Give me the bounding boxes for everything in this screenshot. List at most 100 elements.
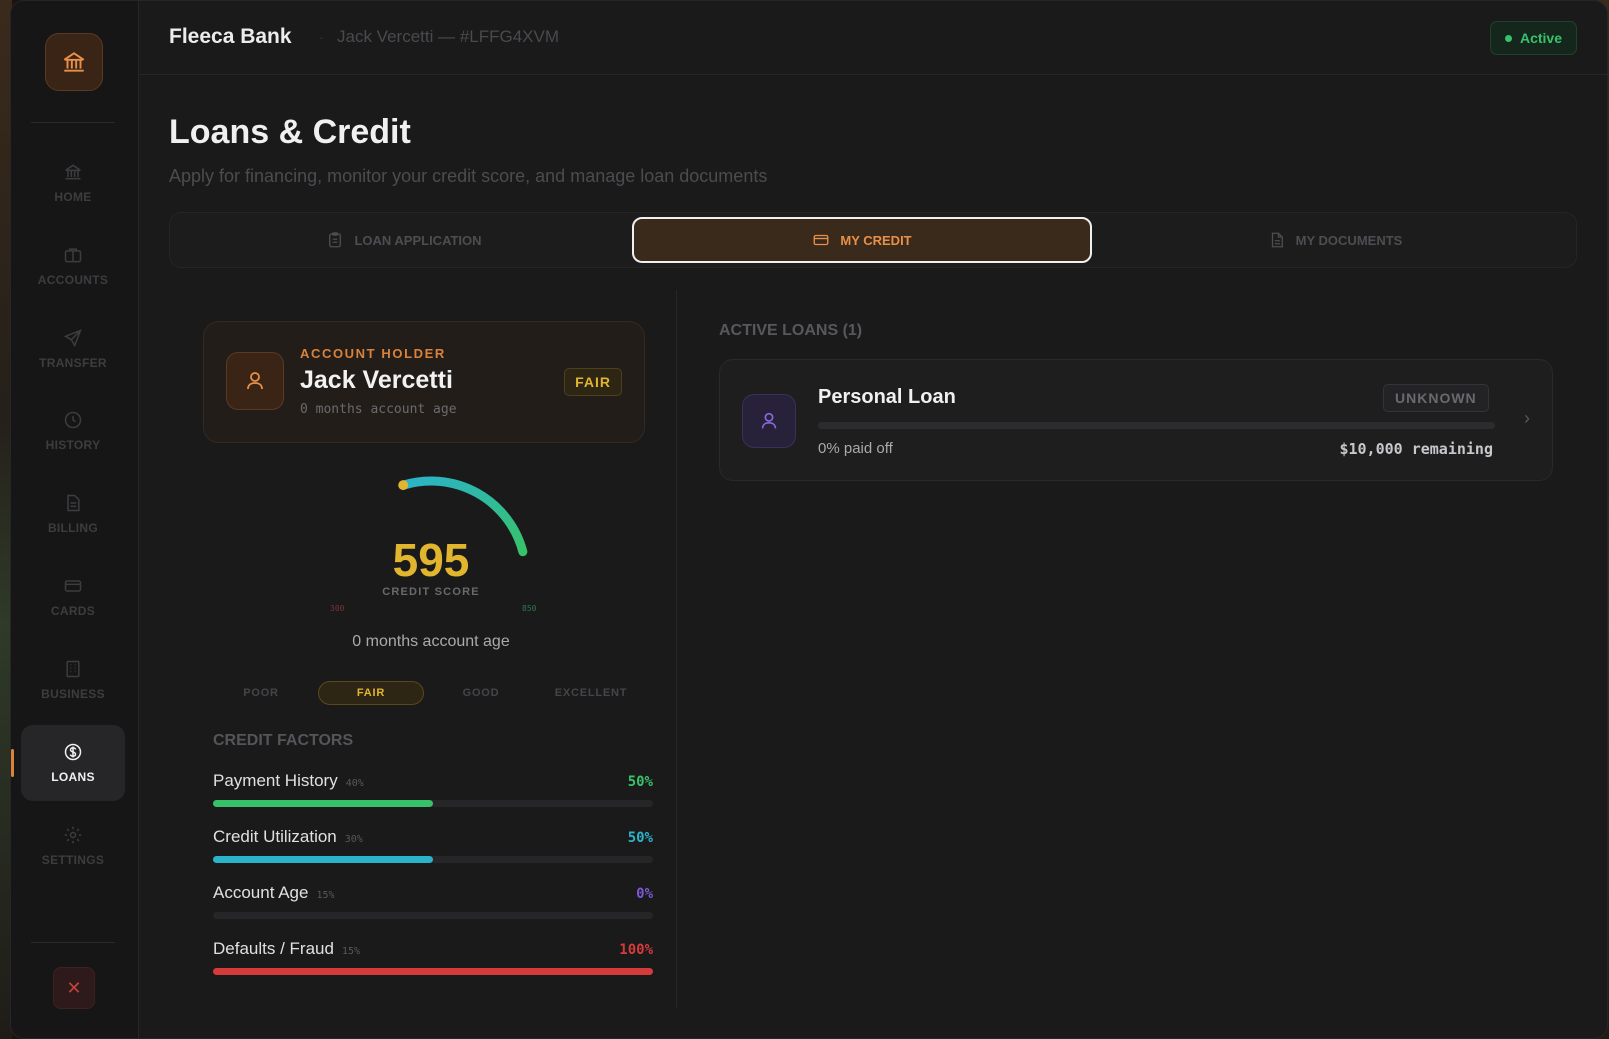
loan-status-badge: UNKNOWN	[1383, 384, 1489, 412]
tab-my-documents[interactable]: MY DOCUMENTS	[1105, 217, 1565, 263]
sidebar-item-home[interactable]: HOME	[21, 145, 125, 221]
loan-icon-box	[742, 394, 796, 448]
sidebar: HOME ACCOUNTS TRANSFER HISTORY BILLING C…	[11, 1, 139, 1038]
sidebar-item-label: LOANS	[51, 770, 95, 784]
factor-percent: 0%	[636, 886, 653, 902]
band-excellent: EXCELLENT	[554, 687, 628, 699]
file-icon	[1271, 232, 1283, 248]
card-icon	[813, 234, 829, 246]
gauge-knob	[398, 480, 409, 491]
factor-track	[213, 856, 653, 863]
tab-label: LOAN APPLICATION	[354, 232, 482, 248]
briefcase-icon	[64, 248, 82, 263]
account-holder-name: Jack Vercetti	[300, 366, 453, 394]
factor-fill	[213, 800, 433, 807]
sidebar-item-label: ACCOUNTS	[37, 273, 109, 287]
band-good: GOOD	[462, 687, 500, 699]
factor-track	[213, 968, 653, 975]
loan-name: Personal Loan	[818, 386, 956, 408]
sidebar-item-transfer[interactable]: TRANSFER	[21, 311, 125, 387]
sidebar-item-label: BUSINESS	[41, 687, 105, 701]
factor-weight: 15%	[316, 890, 335, 901]
sidebar-divider	[31, 122, 115, 123]
sidebar-item-label: SETTINGS	[41, 853, 105, 867]
header: Fleeca Bank · Jack Vercetti — #LFFG4XVM …	[139, 1, 1607, 75]
credit-score-value: 595	[392, 534, 470, 586]
factor-weight: 15%	[341, 946, 361, 957]
account-holder-card: ACCOUNT HOLDER Jack Vercetti 0 months ac…	[203, 321, 645, 443]
factor-percent: 50%	[627, 774, 653, 790]
factor-track	[213, 912, 653, 919]
factor-name: Account Age	[213, 883, 309, 902]
avatar	[226, 352, 284, 410]
building-icon	[66, 660, 80, 678]
account-holder-label: ACCOUNT HOLDER	[300, 346, 446, 361]
gauge-min-label: 300	[330, 604, 345, 613]
sidebar-divider	[31, 942, 115, 943]
sidebar-item-label: HISTORY	[45, 438, 101, 452]
status-dot	[1504, 34, 1512, 42]
gear-icon	[64, 826, 82, 844]
active-loans-title: ACTIVE LOANS (1)	[719, 322, 863, 339]
loan-card[interactable]: Personal Loan UNKNOWN 0% paid off $10,00…	[719, 359, 1553, 481]
factor-name: Payment History	[213, 771, 338, 790]
factor-defaults-fraud: Defaults / Fraud 15% 100%	[213, 939, 653, 979]
account-identifier: Jack Vercetti — #LFFG4XVM	[337, 27, 560, 46]
user-icon	[247, 372, 263, 390]
sidebar-item-history[interactable]: HISTORY	[21, 393, 125, 469]
dollar-circle-icon	[64, 743, 82, 761]
card-icon	[64, 580, 82, 592]
sidebar-item-cards[interactable]: CARDS	[21, 559, 125, 635]
factor-name: Defaults / Fraud	[213, 939, 334, 958]
sidebar-item-settings[interactable]: SETTINGS	[21, 808, 125, 884]
sidebar-item-accounts[interactable]: ACCOUNTS	[21, 228, 125, 304]
status-label: Active	[1519, 30, 1562, 46]
brand-name: Fleeca Bank	[169, 25, 292, 48]
page-subtitle: Apply for financing, monitor your credit…	[169, 166, 768, 186]
tab-bar: LOAN APPLICATION MY CREDIT MY DOCUMENTS	[169, 212, 1577, 268]
loan-paid-off: 0% paid off	[818, 440, 893, 457]
sidebar-item-label: TRANSFER	[39, 356, 107, 370]
factor-payment-history: Payment History 40% 50%	[213, 771, 653, 811]
tab-loan-application[interactable]: LOAN APPLICATION	[174, 217, 634, 263]
chevron-right-icon: ›	[1524, 408, 1530, 428]
status-badge: Active	[1489, 21, 1577, 55]
account-age-caption: 0 months account age	[352, 633, 510, 650]
send-icon	[63, 329, 82, 348]
account-age: 0 months account age	[300, 402, 457, 417]
sidebar-item-billing[interactable]: BILLING	[21, 476, 125, 552]
close-button[interactable]: ✕	[53, 967, 95, 1009]
gauge-max-label: 850	[522, 604, 537, 613]
credit-score-label: CREDIT SCORE	[382, 586, 480, 598]
factor-fill	[213, 856, 433, 863]
document-icon	[67, 494, 80, 512]
sidebar-item-label: BILLING	[47, 521, 99, 535]
credit-factors-title: CREDIT FACTORS	[213, 732, 354, 749]
bank-logo	[45, 33, 103, 91]
factor-track	[213, 800, 653, 807]
factor-account-age: Account Age 15% 0%	[213, 883, 653, 923]
sidebar-item-label: HOME	[54, 190, 92, 204]
factor-credit-utilization: Credit Utilization 30% 50%	[213, 827, 653, 867]
page-title: Loans & Credit	[169, 113, 411, 151]
close-icon: ✕	[66, 977, 82, 998]
loan-progress-track	[818, 422, 1495, 429]
clipboard-icon	[329, 232, 342, 248]
clock-icon	[64, 411, 82, 429]
tab-label: MY DOCUMENTS	[1295, 232, 1403, 248]
bank-icon	[65, 164, 81, 180]
sidebar-item-label: CARDS	[50, 604, 96, 618]
sidebar-item-business[interactable]: BUSINESS	[21, 642, 125, 718]
loan-remaining: $10,000 remaining	[1339, 440, 1493, 458]
tab-my-credit[interactable]: MY CREDIT	[632, 217, 1092, 263]
band-poor: POOR	[243, 687, 279, 699]
credit-bands: POOR FAIR GOOD EXCELLENT	[208, 681, 648, 705]
sidebar-item-loans[interactable]: LOANS	[11, 725, 125, 801]
factor-fill	[213, 968, 653, 975]
column-divider	[676, 290, 677, 1008]
credit-rating-badge: FAIR	[564, 368, 622, 396]
factor-percent: 50%	[627, 830, 653, 846]
factor-name: Credit Utilization	[213, 827, 337, 846]
bank-icon	[63, 52, 85, 72]
bank-window: HOME ACCOUNTS TRANSFER HISTORY BILLING C…	[10, 0, 1608, 1039]
